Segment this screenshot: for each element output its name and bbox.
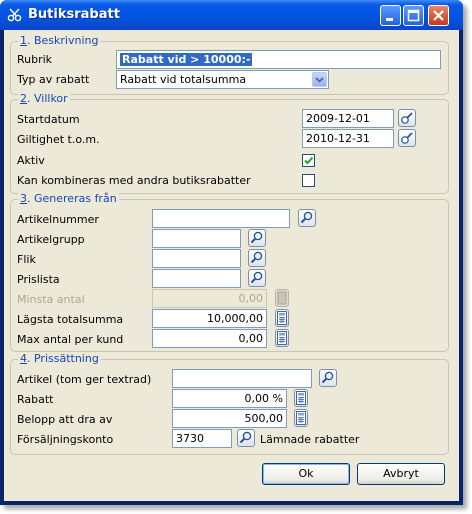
konto-description: Lämnade rabatter — [260, 433, 360, 446]
flik-search-button[interactable] — [248, 249, 266, 267]
artikel-input[interactable] — [172, 369, 312, 388]
dialog-window: Butiksrabatt 1. Beskrivning Rubrik Rabat… — [0, 0, 463, 505]
kombineras-label: Kan kombineras med andra butiksrabatter — [17, 174, 251, 187]
giltighet-label: Giltighet t.o.m. — [17, 133, 100, 146]
typ-av-rabatt-select[interactable]: Rabatt vid totalsumma — [116, 70, 329, 89]
rabatt-label: Rabatt — [17, 393, 54, 406]
artikelnummer-input[interactable] — [152, 209, 290, 228]
rubrik-value: Rabatt vid > 10000:- — [120, 53, 253, 66]
kombineras-checkbox[interactable] — [302, 174, 315, 187]
typ-av-rabatt-label: Typ av rabatt — [17, 73, 90, 86]
belopp-label: Belopp att dra av — [17, 413, 113, 426]
group-title: 3. Genereras från — [18, 192, 119, 205]
cancel-button[interactable]: Avbryt — [357, 463, 445, 485]
artikelgrupp-label: Artikelgrupp — [17, 233, 85, 246]
title-bar[interactable]: Butiksrabatt — [0, 0, 463, 30]
konto-search-button[interactable] — [237, 429, 255, 447]
giltighet-picker-button[interactable] — [398, 129, 416, 147]
calendar-pick-icon — [401, 112, 413, 124]
minimize-icon — [386, 18, 393, 21]
max-antal-label: Max antal per kund — [17, 333, 124, 346]
artikelgrupp-input[interactable] — [152, 229, 241, 248]
calculator-icon — [296, 411, 306, 425]
giltighet-input[interactable]: 2010-12-31 — [302, 129, 394, 148]
max-antal-input[interactable]: 0,00 — [152, 329, 267, 348]
window-title: Butiksrabatt — [28, 7, 120, 22]
prislista-search-button[interactable] — [248, 269, 266, 287]
artikel-label: Artikel (tom ger textrad) — [17, 373, 152, 386]
search-icon — [250, 251, 263, 264]
close-icon — [433, 10, 444, 21]
maximize-icon — [407, 9, 420, 22]
calculator-icon — [296, 391, 306, 405]
lagsta-totalsumma-calculator-button[interactable] — [275, 309, 289, 327]
maximize-button[interactable] — [403, 5, 424, 26]
search-icon — [250, 271, 263, 284]
minsta-antal-label: Minsta antal — [17, 293, 85, 306]
dropdown-button[interactable] — [312, 72, 327, 87]
group-title: 2. Villkor — [18, 92, 70, 105]
konto-label: Försäljningskonto — [17, 433, 114, 446]
minimize-button[interactable] — [380, 5, 401, 26]
close-button[interactable] — [428, 5, 449, 26]
belopp-input[interactable]: 500,00 — [172, 409, 287, 428]
aktiv-checkbox[interactable] — [302, 154, 315, 167]
max-antal-calculator-button[interactable] — [275, 329, 289, 347]
group-title: 4. Prissättning — [18, 352, 101, 365]
group-title: 1. Beskrivning — [18, 34, 101, 47]
lagsta-totalsumma-label: Lägsta totalsumma — [17, 313, 124, 326]
prislista-input[interactable] — [152, 269, 241, 288]
calendar-pick-icon — [401, 132, 413, 144]
artikelnummer-search-button[interactable] — [298, 209, 316, 227]
startdatum-picker-button[interactable] — [398, 109, 416, 127]
checkmark-icon — [304, 156, 314, 165]
rabatt-input[interactable]: 0,00 % — [172, 389, 287, 408]
flik-input[interactable] — [152, 249, 241, 268]
rabatt-calculator-button[interactable] — [294, 389, 308, 407]
ok-button[interactable]: Ok — [262, 463, 350, 485]
dialog-body: 1. Beskrivning Rubrik Rabatt vid > 10000… — [4, 30, 459, 501]
prislista-label: Prislista — [17, 273, 60, 286]
calculator-icon — [277, 291, 287, 305]
belopp-calculator-button[interactable] — [294, 409, 308, 427]
konto-input[interactable]: 3730 — [172, 429, 232, 448]
startdatum-label: Startdatum — [17, 113, 80, 126]
calculator-icon — [277, 311, 287, 325]
startdatum-input[interactable]: 2009-12-01 — [302, 109, 394, 128]
aktiv-label: Aktiv — [17, 154, 45, 167]
minsta-antal-calculator-button — [275, 289, 289, 307]
typ-av-rabatt-value: Rabatt vid totalsumma — [120, 73, 247, 86]
minsta-antal-input: 0,00 — [152, 289, 267, 308]
flik-label: Flik — [17, 253, 36, 266]
search-icon — [321, 371, 334, 384]
lagsta-totalsumma-input[interactable]: 10,000,00 — [152, 309, 267, 328]
search-icon — [250, 231, 263, 244]
search-icon — [300, 211, 313, 224]
scissors-icon — [7, 8, 22, 22]
artikelgrupp-search-button[interactable] — [248, 229, 266, 247]
artikel-search-button[interactable] — [319, 369, 337, 387]
rubrik-input[interactable]: Rabatt vid > 10000:- — [116, 50, 441, 69]
search-icon — [239, 431, 252, 444]
calculator-icon — [277, 331, 287, 345]
artikelnummer-label: Artikelnummer — [17, 213, 99, 226]
chevron-down-icon — [315, 77, 324, 83]
rubrik-label: Rubrik — [17, 53, 53, 66]
